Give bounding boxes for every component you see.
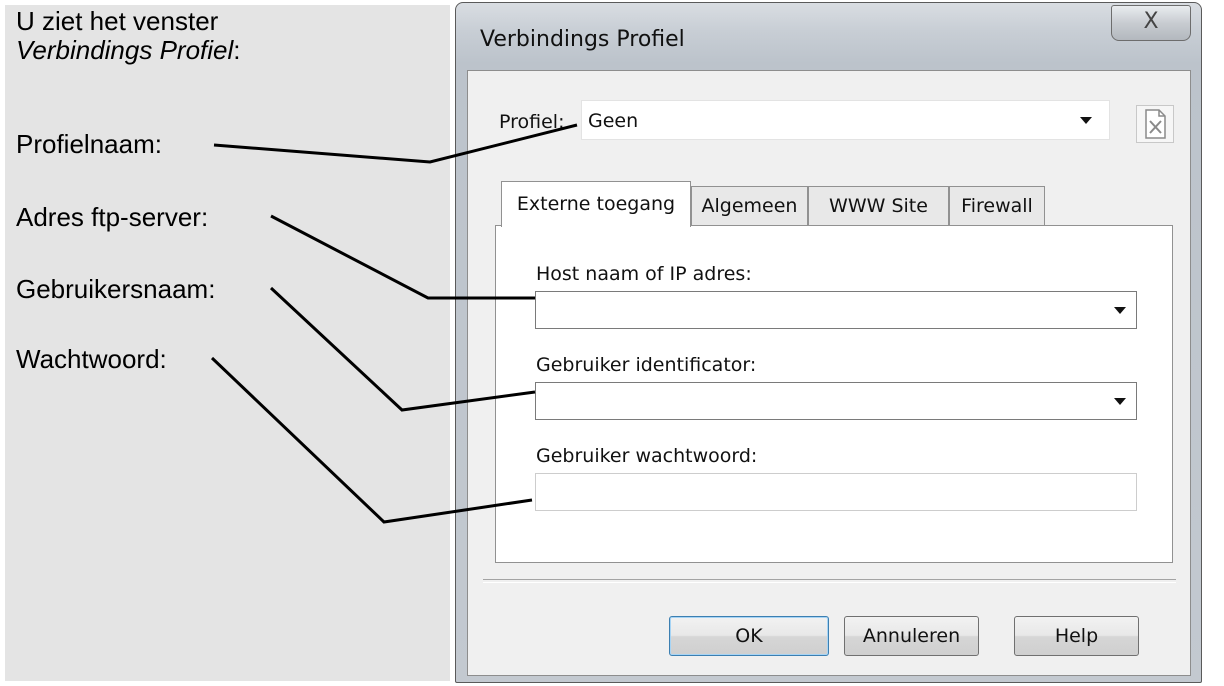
profile-dropdown[interactable]: Geen [581,100,1110,140]
annotation-password: Wachtwoord: [16,344,167,374]
tab-externe-toegang[interactable]: Externe toegang [501,181,691,227]
host-dropdown[interactable] [535,291,1137,329]
user-id-dropdown[interactable] [535,382,1137,420]
button-divider [483,579,1176,583]
host-label: Host naam of IP adres: [536,263,752,285]
intro-line: U ziet het venster [16,6,219,36]
tab-panel-externe-toegang: Host naam of IP adres: Gebruiker identif… [495,225,1173,563]
chevron-down-icon [1114,398,1126,405]
annotation-username: Gebruikersnaam: [16,274,216,304]
annotation-profile-name: Profielnaam: [16,129,162,159]
ok-button[interactable]: OK [669,616,829,656]
user-id-label: Gebruiker identificator: [536,354,757,376]
close-icon: X [1143,9,1159,34]
annotation-panel [5,5,450,681]
profile-value: Geen [588,110,639,132]
tab-algemeen[interactable]: Algemeen [691,186,808,226]
annotation-server-address: Adres ftp-server: [16,202,209,232]
dialog-client-area: Profiel: Geen Externe toegang Algemeen W… [467,70,1191,676]
profile-label: Profiel: [499,111,565,133]
tab-firewall[interactable]: Firewall [949,186,1045,226]
password-label: Gebruiker wachtwoord: [536,445,758,467]
password-field[interactable] [535,473,1137,511]
tab-www-site[interactable]: WWW Site [808,186,949,226]
intro-window-name: Verbindings Profiel [16,35,234,65]
connection-profile-dialog: Verbindings Profiel X Profiel: Geen Exte… [455,2,1202,683]
intro-suffix: : [233,35,241,65]
chevron-down-icon [1114,307,1126,314]
dialog-title: Verbindings Profiel [480,27,685,52]
delete-profile-button[interactable] [1136,105,1174,143]
help-button[interactable]: Help [1014,616,1139,656]
cancel-button[interactable]: Annuleren [844,616,979,656]
intro-window-line: Verbindings Profiel: [16,36,241,64]
close-button[interactable]: X [1111,5,1191,41]
chevron-down-icon [1080,117,1092,124]
delete-document-icon [1145,109,1166,139]
